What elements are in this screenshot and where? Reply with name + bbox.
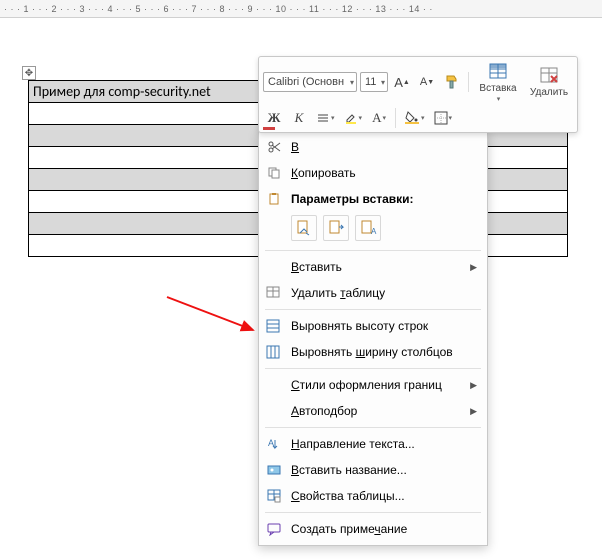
menu-paste-options: Параметры вставки: (259, 186, 487, 212)
grow-font-button[interactable]: A▲ (391, 71, 413, 93)
menu-delete-table[interactable]: Удалить таблицу (259, 280, 487, 306)
distribute-cols-icon (265, 344, 283, 360)
delete-table-icon (265, 285, 283, 301)
borders-button[interactable] (431, 107, 456, 129)
italic-button[interactable]: К (288, 107, 310, 129)
menu-distribute-rows[interactable]: Выровнять высоту строк (259, 313, 487, 339)
menu-border-styles[interactable]: Стили оформления границ ▶ (259, 372, 487, 398)
format-painter-button[interactable] (441, 71, 463, 93)
scissors-icon (265, 139, 283, 155)
table-move-handle[interactable]: ✥ (22, 66, 36, 80)
paste-merge-formatting[interactable] (323, 215, 349, 241)
insert-label: Вставка (479, 83, 516, 94)
comment-icon (265, 521, 283, 537)
ruler-marks: · · · 1 · · · 2 · · · 3 · · · 4 · · · 5 … (4, 4, 433, 14)
menu-table-properties[interactable]: Свойства таблицы... (259, 483, 487, 509)
clipboard-icon (265, 191, 283, 207)
text-direction-icon: A (265, 436, 283, 452)
cell-text: Пример для comp-security.net (33, 83, 211, 100)
menu-text-direction[interactable]: A Направление текста... (259, 431, 487, 457)
paste-keep-formatting[interactable] (291, 215, 317, 241)
font-color-button[interactable]: A (368, 107, 390, 129)
chevron-right-icon: ▶ (470, 380, 477, 391)
chevron-right-icon: ▶ (470, 262, 477, 273)
paste-options-row: A (259, 212, 487, 247)
caption-icon (265, 462, 283, 478)
horizontal-ruler: · · · 1 · · · 2 · · · 3 · · · 4 · · · 5 … (0, 0, 602, 18)
mini-toolbar: Calibri (Основн 11 A▲ A▼ Вставка Удалить… (258, 56, 578, 133)
distribute-rows-icon (265, 318, 283, 334)
bold-button[interactable]: Ж (263, 107, 285, 129)
paste-text-only[interactable]: A (355, 215, 381, 241)
shading-button[interactable] (401, 107, 428, 129)
chevron-right-icon: ▶ (470, 406, 477, 417)
delete-table-button[interactable]: Удалить (525, 60, 573, 104)
shrink-font-button[interactable]: A▼ (416, 71, 438, 93)
highlight-button[interactable] (341, 107, 366, 129)
font-name-combo[interactable]: Calibri (Основн (263, 72, 357, 92)
menu-copy[interactable]: Копировать (259, 160, 487, 186)
menu-cut[interactable]: В (259, 134, 487, 160)
table-properties-icon (265, 488, 283, 504)
annotation-arrow (165, 292, 265, 342)
copy-icon (265, 165, 283, 181)
delete-label: Удалить (530, 87, 568, 98)
svg-text:A: A (371, 227, 377, 236)
insert-table-button[interactable]: Вставка (474, 60, 522, 104)
font-size-combo[interactable]: 11 (360, 72, 388, 92)
menu-new-comment[interactable]: Создать примечание (259, 516, 487, 542)
menu-insert[interactable]: Вставить ▶ (259, 254, 487, 280)
table-context-menu: В Копировать Параметры вставки: A Встави… (258, 130, 488, 546)
menu-insert-caption[interactable]: Вставить название... (259, 457, 487, 483)
underline-button[interactable] (313, 107, 338, 129)
menu-distribute-cols[interactable]: Выровнять ширину столбцов (259, 339, 487, 365)
menu-autofit[interactable]: Автоподбор ▶ (259, 398, 487, 424)
